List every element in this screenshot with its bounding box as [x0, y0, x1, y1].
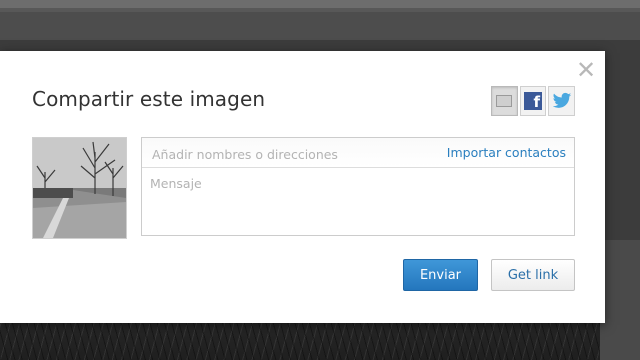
twitter-share-tab[interactable]	[548, 86, 576, 116]
thumbnail-photo	[33, 138, 126, 238]
twitter-icon	[552, 92, 571, 108]
import-contacts-link[interactable]: Importar contactos	[447, 145, 566, 160]
recipients-row: Importar contactos	[142, 138, 574, 168]
image-thumbnail	[32, 137, 127, 239]
facebook-icon: f	[524, 92, 542, 110]
close-icon[interactable]: ✕	[575, 58, 597, 82]
email-icon	[496, 95, 513, 107]
share-dialog: ✕ Compartir este imagen f Añadir nombres…	[0, 51, 605, 323]
get-link-button[interactable]: Get link	[491, 259, 575, 291]
send-button[interactable]: Enviar	[403, 259, 478, 291]
dialog-title: Compartir este imagen	[32, 87, 266, 111]
background-house	[600, 240, 640, 360]
recipients-input[interactable]	[150, 144, 454, 164]
share-form: Importar contactos	[141, 137, 575, 236]
share-service-tabs: f	[491, 86, 576, 116]
facebook-share-tab[interactable]: f	[519, 86, 547, 116]
email-share-tab[interactable]	[491, 86, 518, 116]
message-field[interactable]	[142, 168, 574, 235]
